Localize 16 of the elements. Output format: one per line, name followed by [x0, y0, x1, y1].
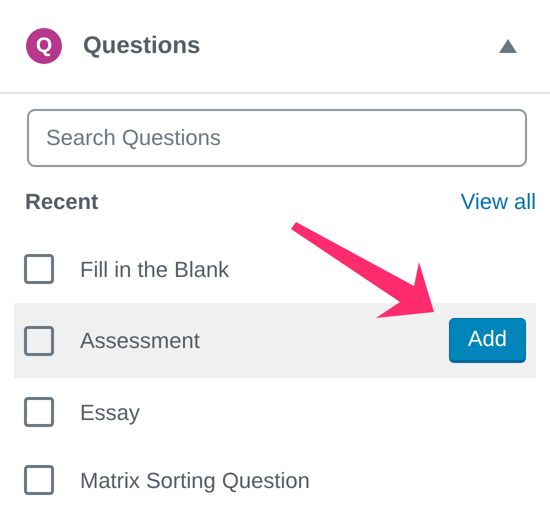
highlighted-row[interactable]: Assessment Add	[14, 303, 536, 378]
collapse-icon[interactable]	[499, 39, 517, 53]
checkbox[interactable]	[24, 326, 54, 356]
question-label: Matrix Sorting Question	[80, 466, 310, 495]
view-all-link[interactable]: View all	[460, 184, 536, 218]
question-label: Fill in the Blank	[80, 256, 230, 284]
panel-title: Questions	[83, 31, 200, 61]
question-label: Essay	[80, 398, 140, 427]
question-badge-icon: Q	[26, 28, 62, 64]
question-label: Assessment	[80, 327, 200, 355]
checkbox[interactable]	[24, 254, 54, 284]
checkbox[interactable]	[24, 465, 54, 495]
add-button[interactable]: Add	[448, 318, 526, 363]
checkbox[interactable]	[24, 397, 54, 427]
search-field[interactable]: Search Questions	[27, 109, 527, 167]
section-heading: Recent	[25, 188, 98, 216]
